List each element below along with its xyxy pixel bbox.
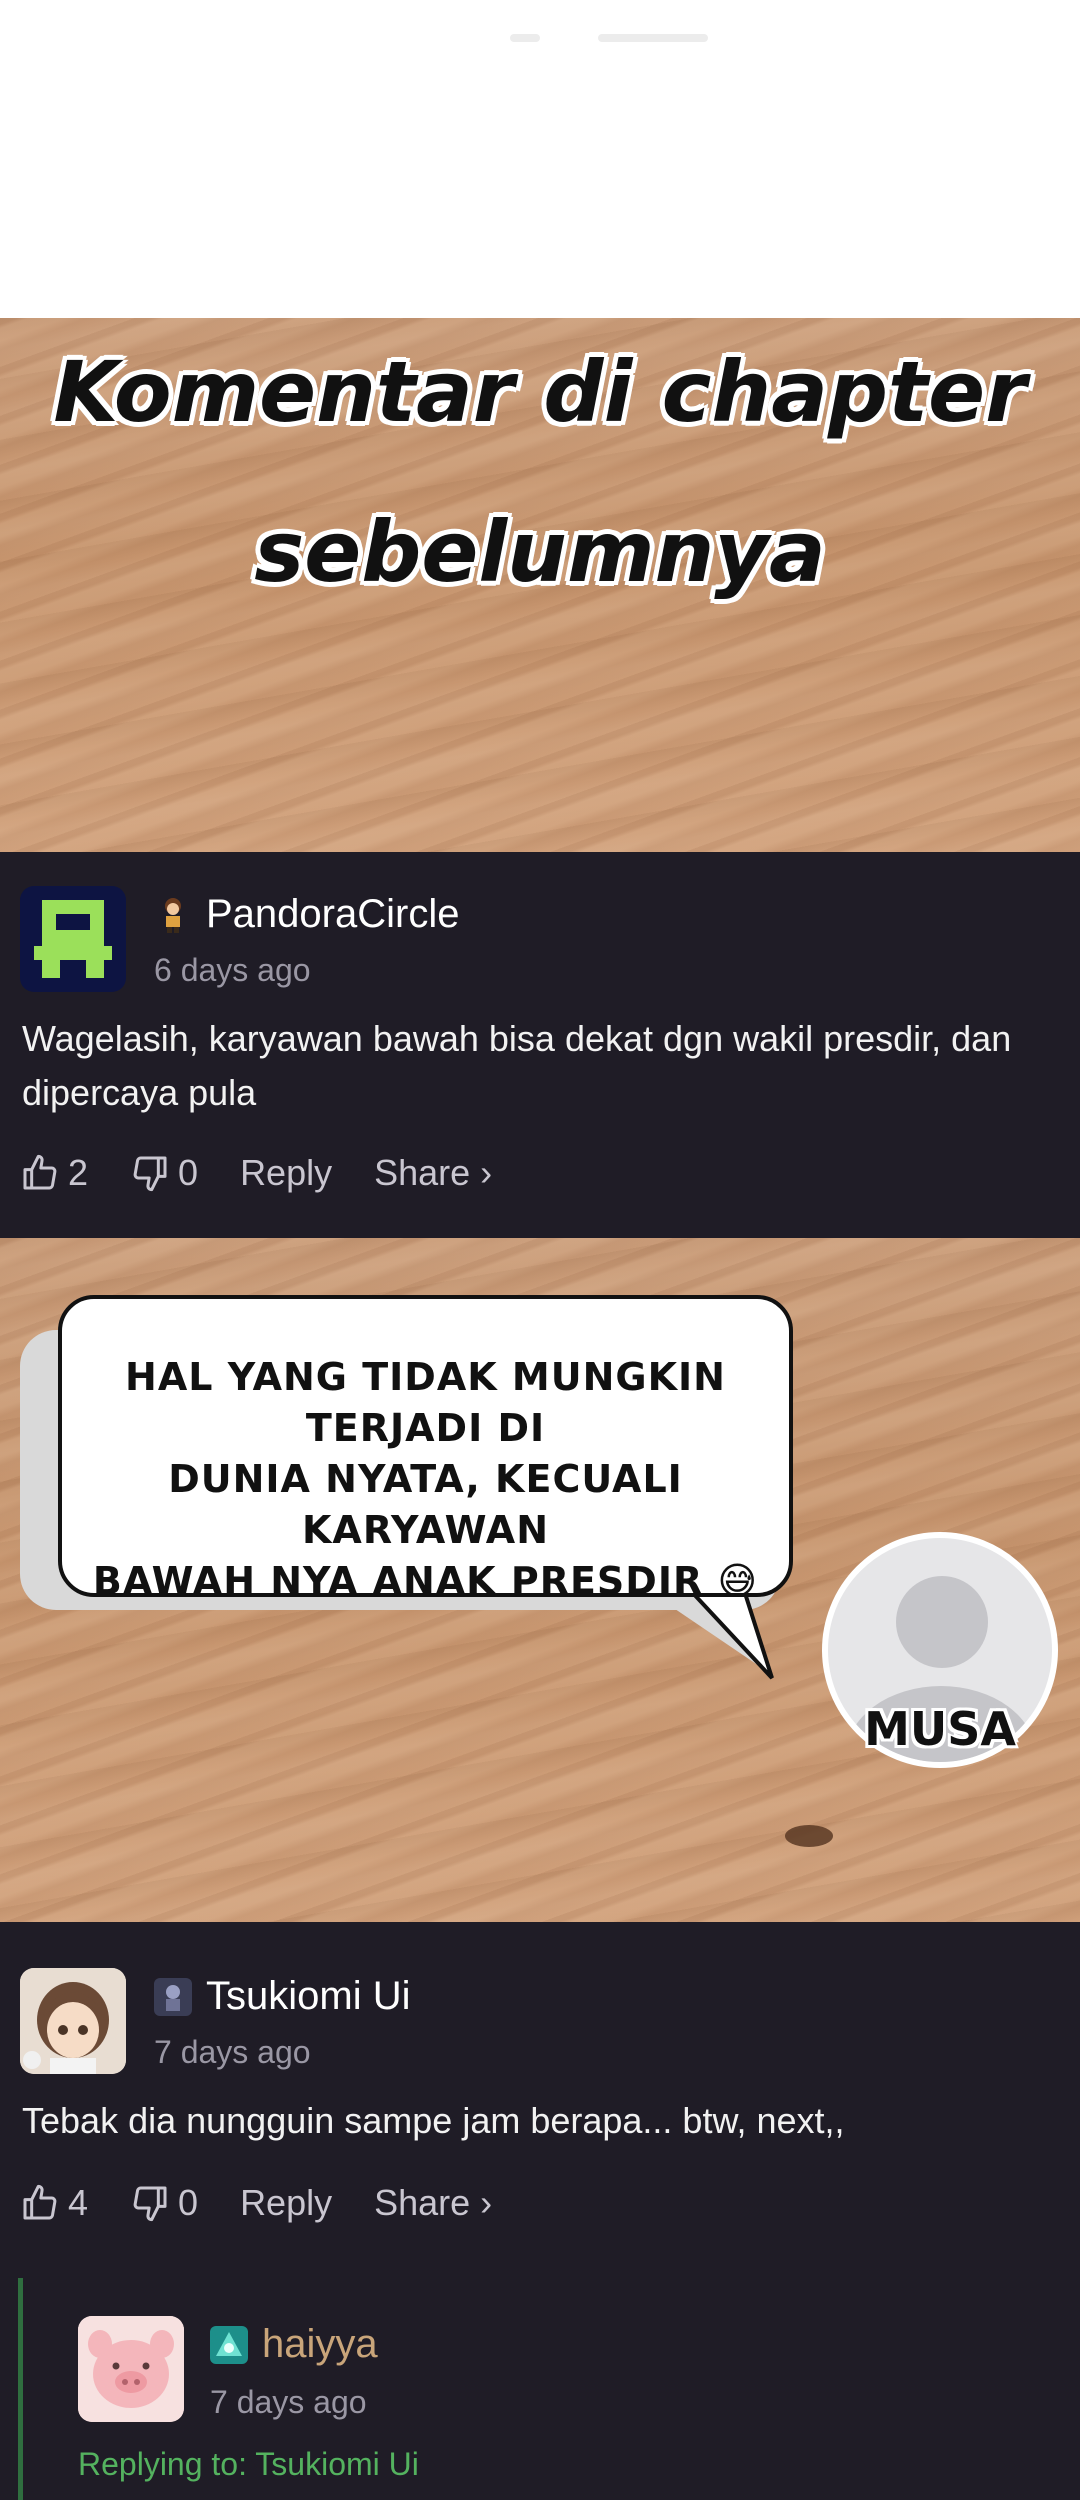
comment-text: Tebak dia nungguin sampe jam berapa... b…	[22, 2100, 845, 2141]
username-text: haiyya	[262, 2322, 378, 2366]
character-badge-icon	[210, 2325, 248, 2364]
bubble-line: HAL YANG TIDAK MUNGKIN TERJADI DI	[125, 1355, 726, 1450]
username-text: PandoraCircle	[206, 892, 460, 936]
reply-button[interactable]: Reply	[240, 1152, 332, 1194]
reply-timestamp: 7 days ago	[210, 2384, 367, 2420]
avatar-head-icon	[896, 1576, 988, 1668]
character-badge-icon	[154, 1977, 192, 2016]
thumbs-down-icon	[133, 2186, 167, 2222]
pig-avatar-icon	[78, 2316, 184, 2422]
comment-timestamp: 6 days ago	[154, 952, 311, 988]
like-button[interactable]: 2	[20, 1152, 88, 1194]
like-count: 2	[68, 1152, 89, 1193]
comment-actions: 2 0 Reply Share ›	[20, 1152, 534, 1194]
replying-to-label[interactable]: Replying to: Tsukiomi Ui	[78, 2446, 419, 2483]
sand-speck	[785, 1825, 833, 1847]
anime-boy-avatar-icon	[20, 1968, 126, 2074]
reply-button[interactable]: Reply	[240, 2182, 332, 2224]
dislike-count: 0	[178, 2182, 199, 2223]
like-button[interactable]: 4	[20, 2182, 88, 2224]
comment-text: Wagelasih, karyawan bawah bisa dekat dgn…	[22, 1018, 1012, 1113]
pixel-robot-avatar-icon	[34, 900, 112, 978]
thumbs-up-icon	[23, 1154, 57, 1190]
reply-thread-line	[18, 2278, 23, 2500]
like-count: 4	[68, 2182, 89, 2223]
comment-card: PandoraCircle 6 days ago Wagelasih, kary…	[0, 852, 1080, 1238]
top-mark	[598, 34, 708, 42]
bubble-line: DUNIA NYATA, KECUALI KARYAWAN	[168, 1457, 683, 1552]
comment-username[interactable]: PandoraCircle	[154, 892, 459, 937]
dislike-count: 0	[178, 1152, 199, 1193]
avatar[interactable]	[20, 886, 126, 992]
bubble-line: BAWAH NYA ANAK PRESDIR 😅	[92, 1559, 759, 1603]
speech-bubble-text: HAL YANG TIDAK MUNGKIN TERJADI DI DUNIA …	[58, 1352, 793, 1607]
share-button[interactable]: Share ›	[374, 1152, 492, 1194]
character-badge-icon	[154, 896, 192, 934]
avatar-name-label: MUSA	[864, 1702, 1016, 1756]
comment-username[interactable]: Tsukiomi Ui	[154, 1974, 410, 2019]
thumbs-down-icon	[133, 1156, 167, 1192]
banner-title-line1: Komentar di chapter	[53, 343, 1027, 441]
comment-timestamp: 7 days ago	[154, 2034, 311, 2070]
username-text: Tsukiomi Ui	[206, 1974, 411, 2018]
top-mark	[510, 34, 540, 42]
comment-actions: 4 0 Reply Share ›	[20, 2182, 534, 2224]
top-blank-area	[0, 0, 1080, 318]
banner-title-line2: sebelumnya	[254, 503, 826, 601]
dislike-button[interactable]: 0	[130, 1152, 198, 1194]
comment-card: Tsukiomi Ui 7 days ago Tebak dia nunggui…	[0, 1922, 1080, 2500]
reply-username[interactable]: haiyya	[210, 2322, 378, 2367]
avatar[interactable]	[20, 1968, 126, 2074]
thumbs-up-icon	[23, 2184, 57, 2220]
reply-avatar[interactable]	[78, 2316, 184, 2422]
dislike-button[interactable]: 0	[130, 2182, 198, 2224]
share-button[interactable]: Share ›	[374, 2182, 492, 2224]
